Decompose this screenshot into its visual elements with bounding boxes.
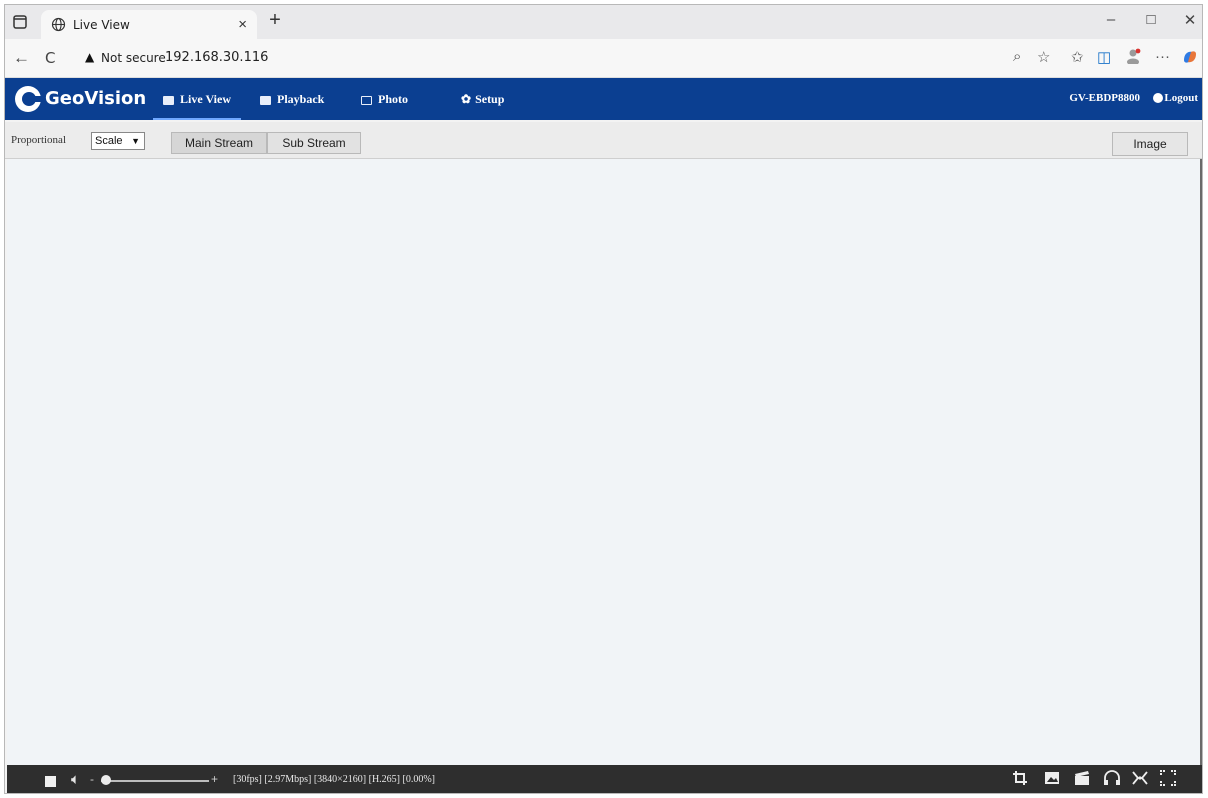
chevron-down-icon: ▼	[131, 136, 140, 146]
new-tab-button[interactable]: +	[263, 9, 287, 32]
audio-talk-icon[interactable]	[1101, 770, 1123, 791]
browser-window: Live View × + – □ ✕ ← C ▲ Not secure 192…	[4, 4, 1203, 794]
logout-button[interactable]: Logout	[1153, 78, 1198, 118]
volume-minus: -	[90, 772, 94, 786]
nav-setup-label: Setup	[475, 92, 505, 106]
gear-icon: ✿	[461, 92, 472, 106]
stream-stats: [30fps] [2.97Mbps] [3840×2160] [H.265] […	[233, 774, 435, 785]
back-icon[interactable]: ←	[13, 48, 30, 68]
scale-select[interactable]: Scale ▼	[91, 132, 145, 150]
logo-mark-icon	[15, 86, 41, 112]
main-stream-button[interactable]: Main Stream	[171, 132, 267, 154]
volume-plus: +	[211, 772, 219, 786]
more-menu-icon[interactable]: ···	[1155, 48, 1170, 65]
snapshot-icon[interactable]	[1041, 770, 1063, 791]
device-model: GV-EBDP8800	[1069, 92, 1140, 104]
film-icon	[260, 95, 271, 105]
copilot-icon[interactable]	[1181, 48, 1199, 70]
nav-setup[interactable]: ✿ Setup	[461, 78, 504, 120]
nav-playback-label: Playback	[277, 92, 325, 106]
brand-name: GeoVision	[45, 88, 147, 109]
tab-actions-icon[interactable]	[11, 13, 29, 31]
crop-icon[interactable]	[1009, 770, 1031, 791]
volume-slider[interactable]	[101, 780, 209, 782]
scale-select-value: Scale	[95, 135, 123, 147]
url-field[interactable]: ▲ Not secure 192.168.30.116	[75, 45, 1015, 71]
tab-strip: Live View × + – □ ✕	[5, 5, 1202, 39]
collections-icon[interactable]: ◫	[1097, 48, 1111, 66]
favorites-list-icon[interactable]: ✩	[1071, 48, 1084, 66]
proportional-label: Proportional	[11, 134, 66, 146]
volume-slider-handle[interactable]	[101, 775, 111, 785]
profile-avatar-icon[interactable]	[1125, 48, 1141, 68]
tab-title: Live View	[73, 18, 130, 32]
nav-photo[interactable]: Photo	[361, 78, 408, 120]
address-bar: ← C ▲ Not secure 192.168.30.116 ⌕ ☆ ✩ ◫ …	[5, 39, 1202, 78]
favorite-star-icon[interactable]: ☆	[1037, 48, 1050, 66]
logout-label: Logout	[1164, 92, 1198, 104]
tab-close-icon[interactable]: ×	[238, 16, 247, 33]
photo-icon	[361, 95, 372, 105]
nav-photo-label: Photo	[378, 92, 408, 106]
warning-icon: ▲	[85, 50, 95, 64]
monitor-icon	[163, 95, 174, 105]
nav-playback[interactable]: Playback	[260, 78, 324, 120]
fullscreen-icon[interactable]	[1157, 770, 1179, 791]
sub-stream-button[interactable]: Sub Stream	[267, 132, 361, 154]
live-video-area[interactable]	[7, 159, 1202, 765]
nav-live-view[interactable]: Live View	[153, 78, 241, 120]
image-button[interactable]: Image	[1112, 132, 1188, 156]
speaker-icon[interactable]: 🔈︎	[71, 771, 80, 788]
maximize-button[interactable]: □	[1136, 11, 1166, 28]
url-text[interactable]: 192.168.30.116	[165, 50, 268, 65]
security-status[interactable]: Not secure	[101, 51, 166, 65]
app-header: GeoVision Live View Playback Photo ✿ Setu…	[5, 78, 1202, 120]
stop-button[interactable]	[45, 776, 56, 787]
globe-icon	[51, 17, 66, 37]
close-window-button[interactable]: ✕	[1175, 11, 1202, 29]
browser-tab[interactable]: Live View ×	[41, 10, 257, 39]
reload-icon[interactable]: C	[45, 49, 55, 67]
record-icon[interactable]	[1071, 770, 1093, 791]
live-view-toolbar: Proportional Scale ▼ Main Stream Sub Str…	[5, 122, 1202, 159]
minimize-button[interactable]: –	[1096, 11, 1126, 28]
search-icon[interactable]: ⌕	[1013, 48, 1021, 65]
power-icon	[1153, 93, 1164, 104]
zoom-icon[interactable]	[1129, 770, 1151, 791]
nav-live-view-label: Live View	[180, 92, 231, 106]
player-control-bar: 🔈︎ - + [30fps] [2.97Mbps] [3840×2160] [H…	[7, 765, 1202, 793]
